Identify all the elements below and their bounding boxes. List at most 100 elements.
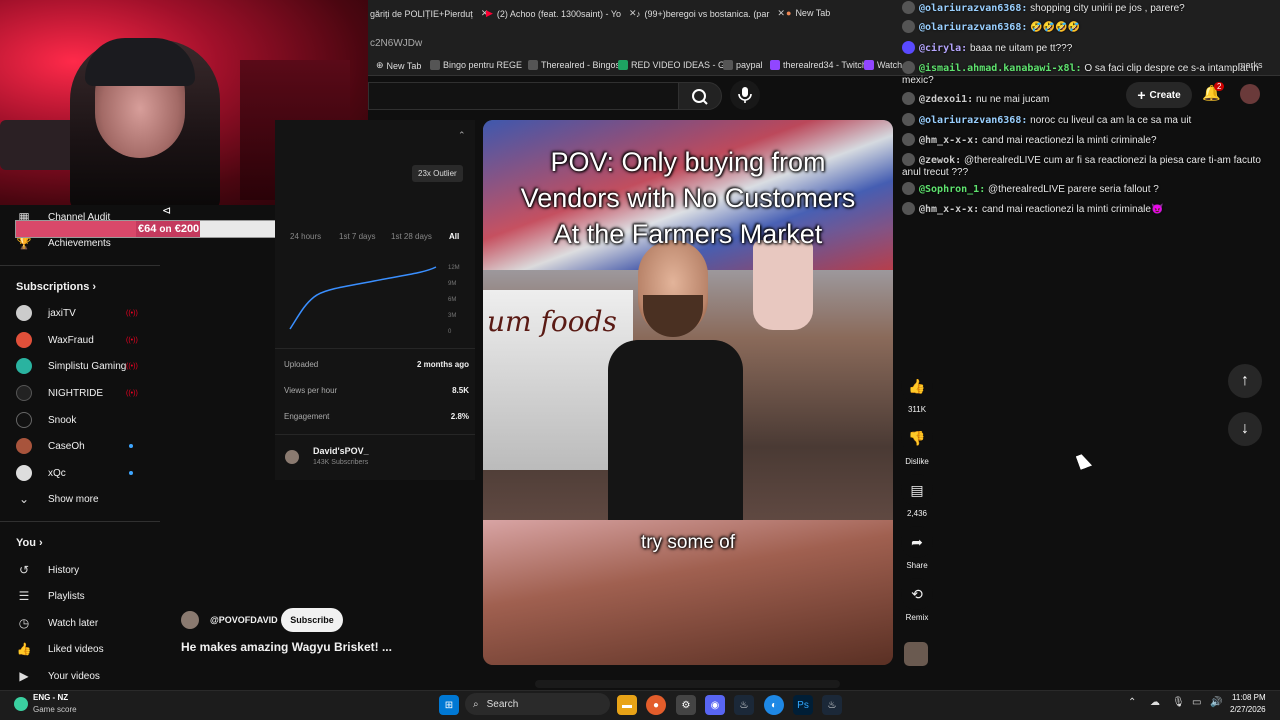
subscribe-button[interactable]: Subscribe xyxy=(281,608,343,632)
microphone-icon xyxy=(738,87,752,103)
microphone-icon[interactable]: 🎙 xyxy=(1172,697,1185,708)
arrow-down-icon: ↓ xyxy=(1241,420,1249,437)
you-heading[interactable]: You › xyxy=(16,537,43,549)
channel-handle[interactable]: @POVOFDAVID xyxy=(210,615,278,625)
sound-thumbnail[interactable] xyxy=(904,642,928,666)
bookmark[interactable]: ⊕ New Tab xyxy=(376,60,421,71)
sidebar-item-playlists[interactable]: ☰ Playlists xyxy=(0,583,160,609)
range-first-28-days[interactable]: 1st 28 days xyxy=(391,232,432,241)
range-first-7-days[interactable]: 1st 7 days xyxy=(339,232,375,241)
bookmark[interactable]: RED VIDEO IDEAS - G... xyxy=(618,60,733,70)
browser-tab[interactable]: ● New Tab xyxy=(786,8,830,18)
range-24-hours[interactable]: 24 hours xyxy=(290,232,321,241)
tick-label: 0 xyxy=(448,329,452,335)
live-icon: ((•)) xyxy=(126,310,138,317)
url-text: c2N6WJDw xyxy=(370,38,423,49)
sidebar-item-history[interactable]: ↺ History xyxy=(0,557,160,583)
file-explorer-icon[interactable]: ▬ xyxy=(617,695,637,715)
sidebar-item-your-videos[interactable]: ▶ Your videos xyxy=(0,663,160,689)
voice-search-button[interactable] xyxy=(730,80,760,110)
bookmark-label: Bingo pentru REGE xyxy=(443,60,523,70)
video-stats-panel: ⌃ 23x Outlier 24 hours 1st 7 days 1st 28… xyxy=(275,120,475,480)
share-button[interactable]: ➦ Share xyxy=(900,526,934,570)
collapse-icon[interactable]: ⌃ xyxy=(458,130,466,141)
app-icon[interactable]: ⚙ xyxy=(676,695,696,715)
bookmark[interactable]: Watch xyxy=(864,60,902,70)
avatar xyxy=(16,358,32,374)
chat-badge-icon xyxy=(902,113,915,126)
photoshop-icon[interactable]: Ps xyxy=(793,695,813,715)
bookmark-label: Therealred - Bingos xyxy=(541,60,621,70)
stat-label: Uploaded xyxy=(284,360,319,369)
browser-tab[interactable]: ▶ (2) Achoo (feat. 1300saint) - Yo ✕ xyxy=(486,8,637,19)
sidebar-item-caseoh[interactable]: CaseOh xyxy=(0,433,160,459)
clock-date[interactable]: 2/27/2026 xyxy=(1230,705,1266,714)
search-input[interactable] xyxy=(368,82,678,110)
sidebar-item-simplistu-gaming[interactable]: Simplistu Gaming ((•)) xyxy=(0,353,160,379)
chat-text: baaa ne uitam pe tt??? xyxy=(969,43,1073,54)
sidebar-item-waxfraud[interactable]: WaxFraud ((•)) xyxy=(0,327,160,353)
chevron-right-icon: › xyxy=(92,281,97,293)
monitor-icon[interactable]: ▭ xyxy=(1192,697,1201,708)
thumbs-up-icon: 👍 xyxy=(901,370,933,402)
sidebar-item-snook[interactable]: Snook xyxy=(0,407,160,433)
volume-icon[interactable]: 🔊 xyxy=(1210,697,1222,708)
search-button[interactable] xyxy=(678,82,722,110)
views-line xyxy=(289,266,437,330)
next-short-button[interactable]: ↓ xyxy=(1228,412,1262,446)
browser-tab[interactable]: găriți de POLIȚIE+Pierduț ✕ xyxy=(370,8,488,19)
views-mini-chart: 12M 9M 6M 3M 0 xyxy=(289,265,460,335)
close-tab-icon[interactable]: ✕ xyxy=(777,8,785,19)
sidebar-item-label: jaxiTV xyxy=(48,307,76,319)
avatar xyxy=(16,438,32,454)
range-all[interactable]: All xyxy=(449,232,459,241)
chevron-up-icon[interactable]: ⌃ xyxy=(1128,697,1136,708)
discord-icon[interactable]: ◉ xyxy=(705,695,725,715)
network-icon[interactable]: ☁ xyxy=(1150,697,1160,708)
divider xyxy=(275,348,475,349)
steam-icon[interactable]: ♨ xyxy=(822,695,842,715)
sidebar-item-liked-videos[interactable]: 👍 Liked videos xyxy=(0,636,160,662)
widgets-icon[interactable] xyxy=(14,697,28,711)
show-more-button[interactable]: ⌄ Show more xyxy=(0,486,160,512)
channel-avatar[interactable] xyxy=(181,611,199,629)
taskbar-search[interactable]: ⌕ Search xyxy=(465,693,610,715)
sidebar-item-watch-later[interactable]: ◷ Watch later xyxy=(0,610,160,636)
bookmark[interactable]: Therealred - Bingos xyxy=(528,60,620,70)
steam-icon[interactable]: ♨ xyxy=(734,695,754,715)
like-count: 311K xyxy=(907,405,927,414)
chat-message: @olariurazvan6368: 🤣🤣🤣🤣 xyxy=(902,20,1278,34)
clock-icon: ◷ xyxy=(18,616,30,630)
app-icon[interactable]: ◐ xyxy=(764,695,784,715)
remix-button[interactable]: ⟲ Remix xyxy=(900,578,934,622)
clock-time[interactable]: 11:08 PM xyxy=(1232,693,1266,702)
stats-channel-name[interactable]: David'sPOV_ xyxy=(313,446,369,456)
share-icon: ➦ xyxy=(901,526,933,558)
browser-tab[interactable]: ♪ (99+)beregoi vs bostanica. (par ✕ xyxy=(636,8,785,19)
chat-badge-icon xyxy=(902,182,915,195)
bookmark[interactable]: Bingo pentru REGE xyxy=(430,60,522,70)
title-line: POV: Only buying from xyxy=(550,147,826,177)
shorts-video-player[interactable]: um foods POV: Only buying from Vendors w… xyxy=(483,120,893,665)
chat-badge-icon xyxy=(902,20,915,33)
bookmark[interactable]: therealred34 - Twitch xyxy=(770,60,867,70)
subscriptions-heading[interactable]: Subscriptions › xyxy=(16,281,96,293)
dislike-button[interactable]: 👎 Dislike xyxy=(900,422,934,466)
video-progress-track[interactable] xyxy=(535,680,840,688)
comments-button[interactable]: ▤ 2,436 xyxy=(900,474,934,518)
windows-start-icon[interactable]: ⊞ xyxy=(439,695,459,715)
tab-label: (99+)beregoi vs bostanica. (par xyxy=(644,8,770,19)
sidebar-item-xqc[interactable]: xQc xyxy=(0,460,160,486)
sidebar-item-jaxitv[interactable]: jaxiTV ((•)) xyxy=(0,300,160,326)
chat-username: @hm_x-x-x: xyxy=(919,135,980,146)
bookmark[interactable]: paypal xyxy=(723,60,763,70)
video-description[interactable]: He makes amazing Wagyu Brisket! ... xyxy=(181,640,392,654)
history-icon: ↺ xyxy=(18,563,30,577)
sidebar-item-nightride[interactable]: NIGHTRIDE ((•)) xyxy=(0,380,160,406)
mouse-cursor xyxy=(1075,452,1093,470)
previous-short-button[interactable]: ↑ xyxy=(1228,364,1262,398)
firefox-icon[interactable]: ● xyxy=(646,695,666,715)
like-button[interactable]: 👍 311K xyxy=(900,370,934,414)
chat-username: @ismail.ahmad.kanabawi-x8l: xyxy=(919,63,1082,74)
arrow-up-icon: ↑ xyxy=(1241,372,1249,389)
